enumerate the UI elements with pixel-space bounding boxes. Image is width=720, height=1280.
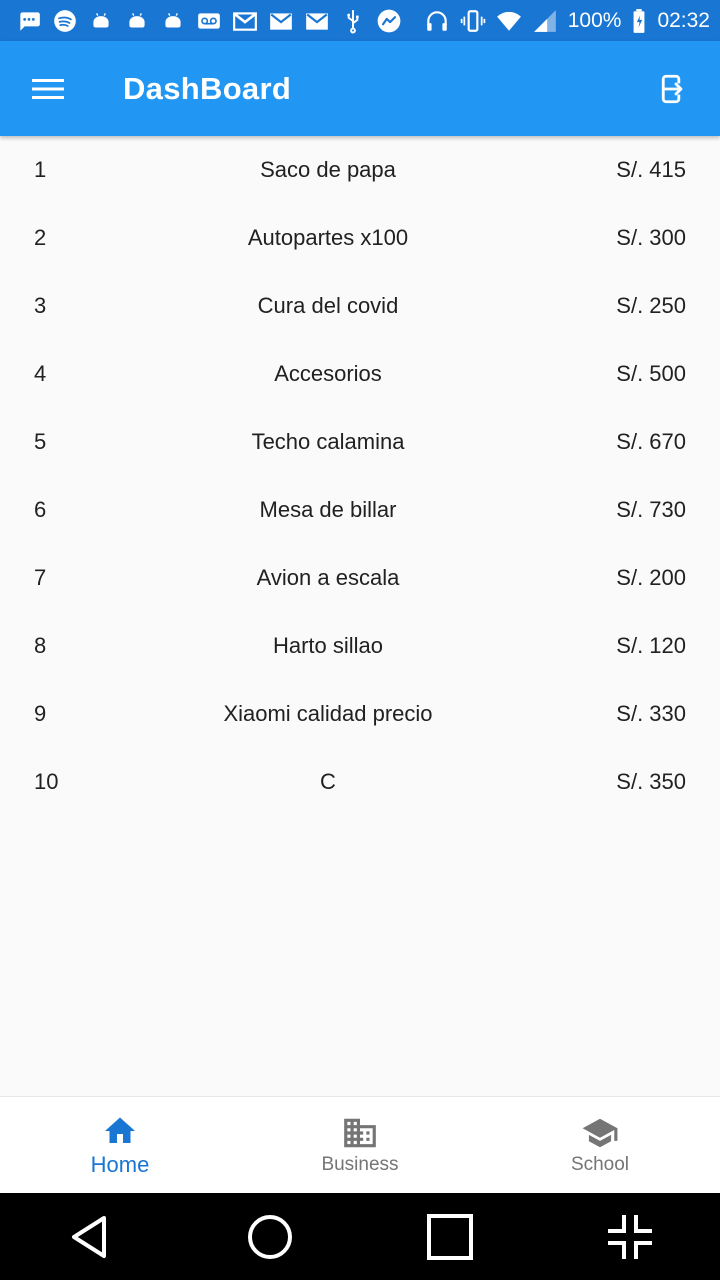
list-item[interactable]: 9 Xiaomi calidad precio S/. 330 — [0, 680, 720, 748]
android-icon — [160, 8, 186, 34]
item-index: 1 — [34, 157, 47, 182]
item-price: S/. 350 — [616, 769, 686, 794]
list-item[interactable]: 4 Accesorios S/. 500 — [0, 340, 720, 408]
item-index: 7 — [34, 565, 47, 590]
list-item[interactable]: 2 Autopartes x100 S/. 300 — [0, 204, 720, 272]
spotify-icon — [52, 8, 78, 34]
list-item[interactable]: 6 Mesa de billar S/. 730 — [0, 476, 720, 544]
nav-business[interactable]: Business — [240, 1097, 480, 1193]
list-item[interactable]: 8 Harto sillao S/. 120 — [0, 612, 720, 680]
list-item[interactable]: 3 Cura del covid S/. 250 — [0, 272, 720, 340]
item-name: Cura del covid — [257, 293, 399, 318]
exit-icon — [661, 74, 683, 103]
list-item[interactable]: 10 C S/. 350 — [0, 748, 720, 816]
system-status: 100% 02:32 — [424, 8, 710, 34]
school-icon — [581, 1114, 619, 1152]
wifi-icon — [496, 8, 522, 34]
item-price: S/. 330 — [616, 701, 686, 726]
item-name: Xiaomi calidad precio — [223, 701, 433, 726]
nav-home-label: Home — [90, 1152, 150, 1177]
menu-icon — [32, 78, 64, 99]
item-price: S/. 120 — [616, 633, 686, 658]
page-title: DashBoard — [123, 70, 292, 106]
app-bar: DashBoard — [0, 41, 720, 136]
item-price: S/. 300 — [616, 225, 686, 250]
item-index: 6 — [34, 497, 47, 522]
logout-button[interactable] — [652, 65, 700, 113]
item-name: Mesa de billar — [259, 497, 397, 522]
menu-button[interactable] — [24, 65, 72, 113]
android-icon — [124, 8, 150, 34]
item-price: S/. 415 — [616, 157, 686, 182]
voicemail-icon — [196, 8, 222, 34]
home-circle-icon — [248, 1214, 292, 1259]
home-button[interactable] — [230, 1197, 310, 1277]
item-index: 5 — [34, 429, 47, 454]
item-price: S/. 670 — [616, 429, 686, 454]
back-button[interactable] — [50, 1197, 130, 1277]
nav-school[interactable]: School — [480, 1097, 720, 1193]
headphones-icon — [424, 8, 450, 34]
nav-home[interactable]: Home — [0, 1097, 240, 1193]
home-icon — [101, 1112, 139, 1150]
android-icon — [88, 8, 114, 34]
item-name: Saco de papa — [260, 157, 396, 182]
gmail-icon — [304, 8, 330, 34]
back-icon — [72, 1215, 106, 1258]
vibrate-icon — [460, 8, 486, 34]
collapse-icon — [608, 1214, 652, 1259]
clock: 02:32 — [657, 8, 710, 32]
business-icon — [341, 1114, 379, 1152]
item-name: Techo calamina — [251, 429, 405, 454]
item-price: S/. 730 — [616, 497, 686, 522]
item-name: C — [320, 769, 336, 794]
product-list: 1 Saco de papa S/. 415 2 Autopartes x100… — [0, 136, 720, 816]
item-price: S/. 500 — [616, 361, 686, 386]
item-name: Autopartes x100 — [247, 225, 409, 250]
list-item[interactable]: 7 Avion a escala S/. 200 — [0, 544, 720, 612]
collapse-button[interactable] — [590, 1197, 670, 1277]
item-index: 8 — [34, 633, 47, 658]
item-index: 3 — [34, 293, 47, 318]
list-item[interactable]: 5 Techo calamina S/. 670 — [0, 408, 720, 476]
item-index: 10 — [34, 769, 59, 794]
system-navigation-bar — [0, 1193, 720, 1280]
nav-school-label: School — [570, 1154, 630, 1175]
item-price: S/. 250 — [616, 293, 686, 318]
battery-percentage: 100% — [567, 8, 622, 32]
item-name: Accesorios — [274, 361, 382, 386]
battery-icon — [631, 8, 647, 34]
item-name: Harto sillao — [272, 633, 384, 658]
status-bar: 100% 02:32 — [0, 0, 720, 41]
item-price: S/. 200 — [616, 565, 686, 590]
notification-icons — [16, 8, 402, 34]
item-index: 9 — [34, 701, 47, 726]
item-index: 4 — [34, 361, 47, 386]
chat-icon — [16, 8, 42, 34]
list-item[interactable]: 1 Saco de papa S/. 415 — [0, 136, 720, 204]
recents-icon — [427, 1213, 473, 1260]
usb-icon — [340, 8, 366, 34]
gmail-icon — [232, 8, 258, 34]
recents-button[interactable] — [410, 1197, 490, 1277]
bottom-navigation: Home Business School — [0, 1096, 720, 1193]
nav-business-label: Business — [321, 1154, 399, 1175]
gmail-icon — [268, 8, 294, 34]
messenger-icon — [376, 8, 402, 34]
item-index: 2 — [34, 225, 47, 250]
signal-icon — [532, 8, 558, 34]
item-name: Avion a escala — [256, 565, 400, 590]
